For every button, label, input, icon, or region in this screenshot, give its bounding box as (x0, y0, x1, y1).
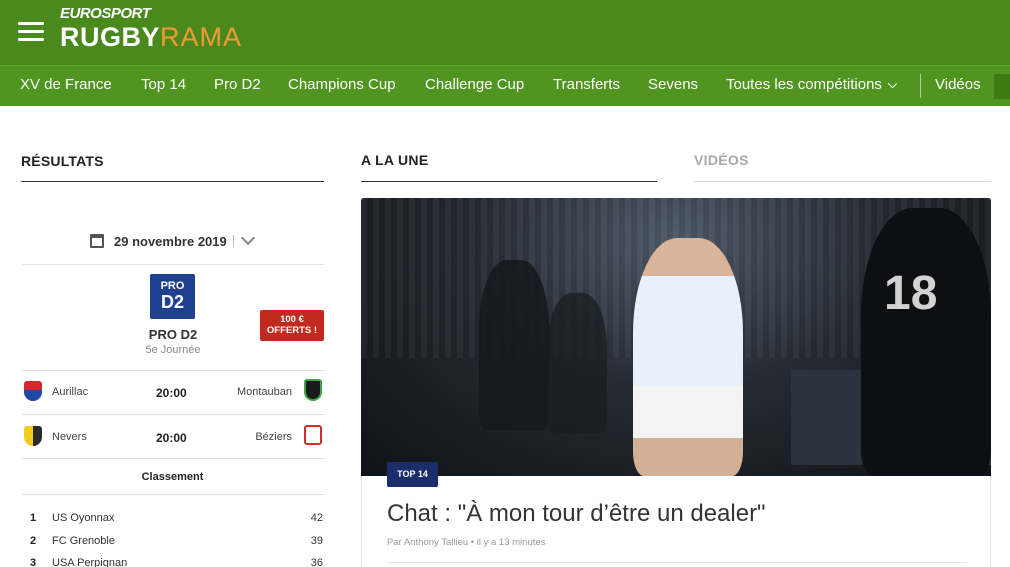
standing-team: FC Grenoble (52, 535, 115, 547)
article-hero-image[interactable]: 18 (361, 198, 991, 476)
chevron-down-icon: ⌵ (887, 77, 898, 91)
hero-player-right (861, 208, 991, 476)
menu-icon-bar (18, 30, 44, 33)
pro-d2-logo-pro: PRO (160, 280, 185, 292)
nav-item-all-competitions[interactable]: Toutes les compétitions ⌵ (726, 76, 897, 93)
tab-inactive-rule (694, 181, 991, 182)
nav-item-xv-de-france[interactable]: XV de France (20, 76, 112, 93)
away-team: Montauban (236, 386, 292, 398)
tab-a-la-une[interactable]: A LA UNE (361, 152, 428, 168)
standing-points: 39 (310, 535, 323, 547)
nevers-crest-icon (24, 426, 42, 446)
logo-eurosport: EUROSPORT (60, 5, 151, 22)
pro-d2-logo-d2: D2 (160, 292, 184, 312)
tab-videos[interactable]: VIDÉOS (694, 152, 749, 168)
nav-item-top-14[interactable]: Top 14 (141, 76, 186, 93)
results-date[interactable]: 29 novembre 2019 (114, 234, 227, 249)
home-team: Nevers (52, 431, 87, 443)
results-title: RÉSULTATS (21, 153, 104, 169)
standing-rank: 1 (30, 512, 37, 524)
logo-wordmark: RUGBYRAMA (60, 22, 242, 52)
logo-rama: RAMA (160, 22, 243, 52)
standing-points: 42 (310, 512, 323, 524)
hero-player-main (633, 238, 743, 476)
pro-d2-logo: PRO D2 (150, 274, 195, 319)
hero-player-silhouette (479, 260, 549, 430)
nav-item-transferts[interactable]: Transferts (553, 76, 620, 93)
standing-team: US Oyonnax (52, 512, 115, 524)
competition-name: PRO D2 (148, 327, 198, 342)
nav-item-all-competitions-label: Toutes les compétitions (726, 76, 882, 93)
divider (21, 264, 324, 265)
article-card-divider (387, 562, 967, 563)
divider (21, 458, 324, 459)
chevron-down-icon[interactable] (240, 230, 256, 246)
nav-item-pro-d2[interactable]: Pro D2 (214, 76, 261, 93)
hero-player-silhouette (547, 293, 607, 433)
standing-rank: 3 (30, 557, 37, 567)
site-logo[interactable]: EUROSPORT RUGBYRAMA (60, 5, 242, 53)
menu-icon-bar (18, 22, 44, 25)
site-header: EUROSPORT RUGBYRAMA (0, 0, 1010, 65)
beziers-crest-icon (304, 425, 322, 445)
promo-line2: OFFERTS ! (266, 325, 318, 336)
away-team: Béziers (255, 431, 292, 443)
nav-item-sevens[interactable]: Sevens (648, 76, 698, 93)
standing-team: USA Perpignan (52, 557, 128, 567)
results-title-rule (21, 181, 324, 182)
competition-round: 5e Journée (145, 344, 201, 356)
date-divider (233, 235, 234, 247)
main-nav: XV de France Top 14 Pro D2 Champions Cup… (0, 65, 1010, 106)
divider (21, 494, 324, 495)
nav-item-videos[interactable]: Vidéos (935, 76, 981, 93)
standing-rank: 2 (30, 535, 37, 547)
standings-title: Classement (141, 471, 204, 483)
article-tag[interactable]: TOP 14 (387, 462, 438, 487)
promo-line1: 100 € (280, 314, 304, 325)
menu-icon-bar (18, 38, 44, 41)
article-byline: Par Anthony Tallieu • il y a 13 minutes (387, 537, 546, 548)
aurillac-crest-icon (24, 381, 42, 401)
logo-rugby: RUGBY (60, 22, 161, 52)
standing-points: 36 (310, 557, 323, 567)
nav-item-challenge-cup[interactable]: Challenge Cup (425, 76, 524, 93)
nav-divider (920, 74, 921, 98)
match-time: 20:00 (156, 386, 187, 400)
nav-item-champions-cup[interactable]: Champions Cup (288, 76, 396, 93)
divider (21, 414, 324, 415)
divider (21, 370, 324, 371)
article-headline[interactable]: Chat : "À mon tour d’être un dealer" (387, 500, 766, 528)
home-team: Aurillac (52, 386, 89, 398)
menu-icon[interactable] (18, 22, 44, 42)
montauban-crest-icon (304, 379, 322, 401)
nav-overflow-stub (994, 74, 1010, 99)
promo-badge[interactable]: 100 € OFFERTS ! (260, 310, 324, 341)
calendar-icon (90, 234, 104, 248)
hero-jersey-number: 18 (884, 267, 938, 320)
match-time: 20:00 (156, 431, 187, 445)
tab-active-rule (361, 181, 657, 182)
